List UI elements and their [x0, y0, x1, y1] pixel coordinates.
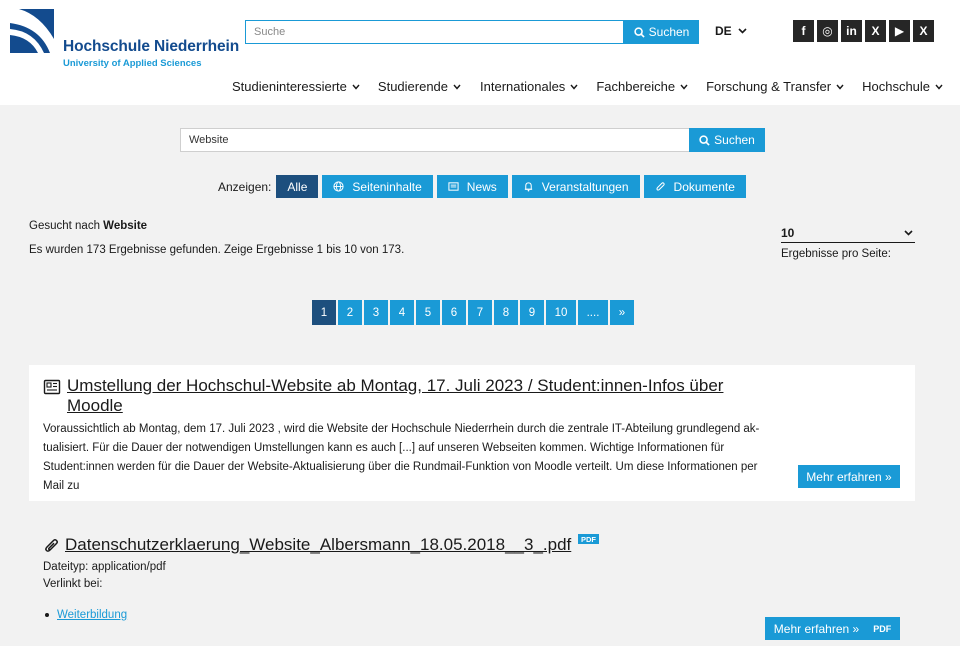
- more-button-label: Mehr erfahren »: [806, 469, 892, 484]
- page-ellipsis[interactable]: ....: [578, 300, 608, 325]
- nav-item-hochschule[interactable]: Hochschule: [862, 79, 943, 94]
- paperclip-icon: [655, 182, 665, 191]
- searched-prefix: Gesucht nach: [29, 220, 100, 232]
- nav-label: Fachbereiche: [596, 79, 676, 94]
- results-per-page: 10 Ergebnisse pro Seite:: [781, 223, 915, 260]
- nav-item-internationales[interactable]: Internationales: [480, 79, 578, 94]
- chevron-down-icon: [352, 84, 360, 90]
- page-3[interactable]: 3: [364, 300, 388, 325]
- nav-item-studieninteressierte[interactable]: Studieninteressierte: [232, 79, 360, 94]
- nav-label: Internationales: [480, 79, 566, 94]
- result-snippet: Voraussichtlich ab Montag, dem 17. Juli …: [43, 423, 760, 492]
- results-search-button[interactable]: Suchen: [689, 128, 765, 152]
- result-card: Umstellung der Hochschul-Website ab Mont…: [29, 365, 915, 501]
- results-search-button-label: Suchen: [714, 133, 755, 147]
- page-4[interactable]: 4: [390, 300, 414, 325]
- nav-label: Hochschule: [862, 79, 931, 94]
- logo-subtitle: University of Applied Sciences: [63, 58, 202, 69]
- logo[interactable]: Hochschule Niederrhein University of App…: [10, 9, 239, 71]
- page-next[interactable]: »: [610, 300, 634, 325]
- filter-seiteninhalte-label: Seiteninhalte: [352, 179, 422, 194]
- per-page-select[interactable]: 10: [781, 223, 915, 243]
- pdf-badge: PDF: [578, 534, 599, 544]
- filter-dokumente-label: Dokumente: [673, 179, 735, 194]
- language-selector[interactable]: DE: [715, 24, 747, 38]
- instagram-icon[interactable]: ◎: [817, 20, 838, 42]
- searched-term: Website: [103, 220, 148, 232]
- results-search-input[interactable]: [180, 128, 690, 152]
- social-links: f ◎ in X ▶ X: [793, 20, 934, 42]
- page-6[interactable]: 6: [442, 300, 466, 325]
- more-button-label: Mehr erfahren »: [773, 621, 860, 636]
- nav-label: Studieninteressierte: [232, 79, 347, 94]
- chevron-down-icon: [738, 28, 747, 34]
- nav-item-studierende[interactable]: Studierende: [378, 79, 461, 94]
- per-page-label: Ergebnisse pro Seite:: [781, 248, 891, 260]
- youtube-icon[interactable]: ▶: [889, 20, 910, 42]
- filter-bar: Anzeigen: Alle Seiteninhalte News Verans…: [218, 175, 750, 198]
- facebook-icon[interactable]: f: [793, 20, 814, 42]
- linkedin-icon[interactable]: in: [841, 20, 862, 42]
- filter-news[interactable]: News: [436, 175, 508, 198]
- filter-dokumente[interactable]: Dokumente: [643, 175, 746, 198]
- logo-name: Hochschule Niederrhein: [63, 38, 240, 55]
- page-8[interactable]: 8: [494, 300, 518, 325]
- nav-label: Studierende: [377, 79, 449, 94]
- chevron-down-icon: [836, 84, 844, 90]
- nav-item-fachbereiche[interactable]: Fachbereiche: [596, 79, 688, 94]
- more-button[interactable]: Mehr erfahren »: [798, 465, 900, 488]
- x-icon[interactable]: X: [865, 20, 886, 42]
- nav-item-forschung-transfer[interactable]: Forschung & Transfer: [706, 79, 844, 94]
- chevron-down-icon: [453, 84, 461, 90]
- per-page-value: 10: [781, 225, 795, 240]
- result-filetype: Dateityp: application/pdf: [43, 561, 166, 573]
- newspaper-icon: [43, 379, 61, 395]
- filter-seiteninhalte[interactable]: Seiteninhalte: [322, 175, 433, 198]
- chevron-down-icon: [935, 84, 943, 90]
- filter-all[interactable]: Alle: [276, 175, 319, 198]
- chevron-down-icon: [904, 229, 913, 236]
- main-navigation: Studieninteressierte Studierende Interna…: [232, 79, 943, 94]
- page-1[interactable]: 1: [312, 300, 336, 325]
- more-button[interactable]: Mehr erfahren » PDF: [765, 617, 900, 640]
- header-search-button-label: Suchen: [648, 25, 690, 39]
- bell-icon: [524, 182, 532, 192]
- filter-veranstaltungen[interactable]: Veranstaltungen: [511, 175, 640, 198]
- result-title-link[interactable]: Datenschutzerklaerung_Website_Albersmann…: [65, 535, 571, 555]
- filter-label: Anzeigen:: [218, 179, 272, 194]
- results-search: Suchen: [180, 128, 765, 152]
- newspaper-icon: [448, 182, 459, 191]
- paperclip-icon: [45, 539, 58, 552]
- page-9[interactable]: 9: [520, 300, 544, 325]
- xing-icon[interactable]: X: [913, 20, 934, 42]
- header-search-input[interactable]: [245, 20, 624, 44]
- page-7[interactable]: 7: [468, 300, 492, 325]
- filter-all-label: Alle: [287, 179, 308, 194]
- linked-page-link[interactable]: Weiterbildung: [57, 609, 127, 621]
- page-2[interactable]: 2: [338, 300, 362, 325]
- bullet: [45, 613, 49, 617]
- page-5[interactable]: 5: [416, 300, 440, 325]
- language-label: DE: [715, 24, 732, 38]
- filter-veranstaltungen-label: Veranstaltungen: [541, 179, 629, 194]
- site-header: Hochschule Niederrhein University of App…: [0, 0, 960, 105]
- pdf-badge: PDF: [873, 623, 892, 634]
- header-search-button[interactable]: Suchen: [624, 20, 699, 44]
- pagination: 1 2 3 4 5 6 7 8 9 10 .... »: [312, 300, 634, 325]
- search-icon: [699, 134, 710, 146]
- filter-news-label: News: [466, 179, 497, 194]
- page-10[interactable]: 10: [546, 300, 576, 325]
- linked-pages-list: Weiterbildung: [45, 609, 127, 621]
- chevron-down-icon: [570, 84, 578, 90]
- searched-for: Gesucht nach Website: [29, 220, 147, 232]
- header-search: Suchen: [245, 20, 699, 44]
- chevron-down-icon: [680, 84, 688, 90]
- result-linked-label: Verlinkt bei:: [43, 578, 103, 590]
- result-title-link[interactable]: Umstellung der Hochschul-Website ab Mont…: [67, 376, 747, 416]
- nav-label: Forschung & Transfer: [706, 79, 832, 94]
- result-count: Es wurden 173 Ergebnisse gefunden. Zeige…: [29, 244, 405, 256]
- search-icon: [633, 26, 645, 38]
- logo-mark-icon: [10, 9, 54, 53]
- globe-icon: [333, 181, 344, 192]
